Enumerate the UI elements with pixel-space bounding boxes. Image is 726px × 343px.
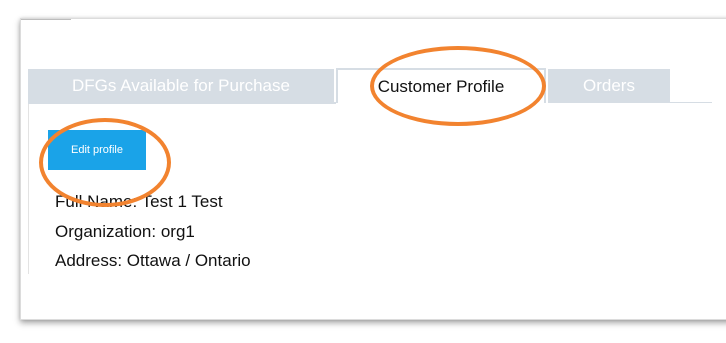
tab-dfgs-available[interactable]: DFGs Available for Purchase — [28, 69, 334, 102]
organization-text: Organization: org1 — [55, 222, 195, 241]
highlight-circle-button — [39, 118, 171, 207]
tab-divider-right — [548, 102, 712, 103]
tab-orders[interactable]: Orders — [548, 69, 670, 102]
address-text: Address: Ottawa / Ontario — [55, 251, 251, 270]
highlight-circle-tab — [370, 46, 546, 126]
content-border — [28, 104, 29, 274]
tab-divider-left — [28, 102, 336, 104]
divider — [21, 19, 71, 20]
